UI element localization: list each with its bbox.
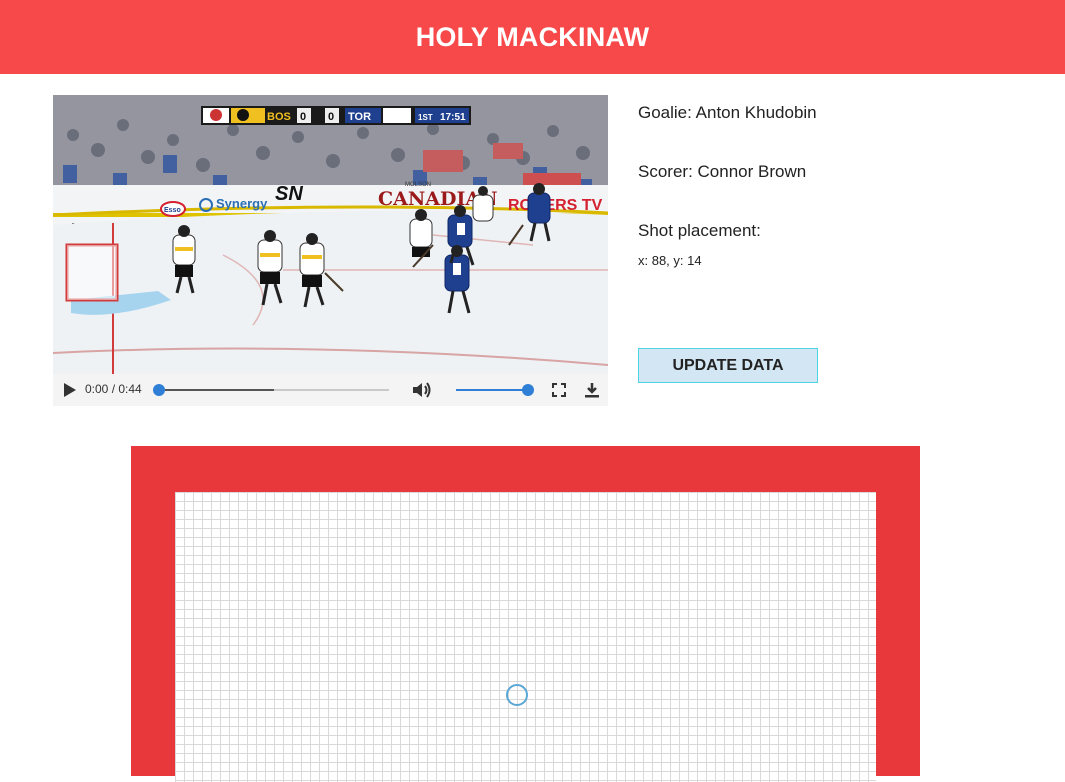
volume-thumb[interactable] (522, 384, 534, 396)
play-icon[interactable] (64, 383, 76, 397)
volume-slider[interactable] (456, 384, 534, 396)
scorer-label: Scorer: Connor Brown (638, 162, 807, 181)
video-player[interactable]: LG OLED TV Esso Synergy SN MOLSON CANADI… (53, 95, 608, 406)
svg-text:17:51: 17:51 (440, 112, 466, 123)
fullscreen-icon[interactable] (552, 383, 566, 397)
goal-net-image (65, 243, 119, 302)
ad-rogers: ROGERS TV (508, 197, 603, 214)
app-title: HOLY MACKINAW (415, 21, 650, 52)
update-data-button[interactable]: UPDATE DATA (638, 348, 818, 383)
volume-icon[interactable] (410, 380, 434, 400)
video-frame[interactable]: LG OLED TV Esso Synergy SN MOLSON CANADI… (53, 95, 608, 374)
ad-sportsnet: SN (275, 183, 303, 205)
goalie-label: Goalie: Anton Khudobin (638, 103, 817, 122)
ad-synergy: Synergy (216, 196, 268, 211)
broadcast-logo-icon (210, 109, 222, 121)
goal-net-grid[interactable] (175, 492, 876, 782)
shot-placement-label: Shot placement: (638, 221, 761, 240)
svg-text:1ST: 1ST (418, 113, 433, 122)
svg-text:BOS: BOS (267, 111, 291, 123)
video-time: 0:00 / 0:44 (85, 382, 142, 396)
svg-text:TOR: TOR (348, 111, 371, 123)
svg-text:Esso: Esso (164, 207, 181, 214)
scoreboard-overlay: BOS 0 0 TOR 1ST 17:51 (201, 106, 471, 125)
app-header: HOLY MACKINAW (0, 0, 1065, 74)
shot-marker[interactable] (506, 684, 528, 706)
svg-text:0: 0 (300, 111, 306, 123)
progress-bar[interactable] (153, 384, 389, 396)
video-controls: 0:00 / 0:44 (53, 374, 608, 406)
progress-thumb[interactable] (153, 384, 165, 396)
shot-coordinates: x: 88, y: 14 (638, 253, 702, 268)
progress-buffered (159, 389, 274, 391)
svg-text:0: 0 (328, 111, 334, 123)
hockey-scene-image: LG OLED TV Esso Synergy SN MOLSON CANADI… (53, 95, 608, 374)
download-icon[interactable] (583, 381, 601, 399)
esso-logo: Esso (160, 201, 186, 217)
